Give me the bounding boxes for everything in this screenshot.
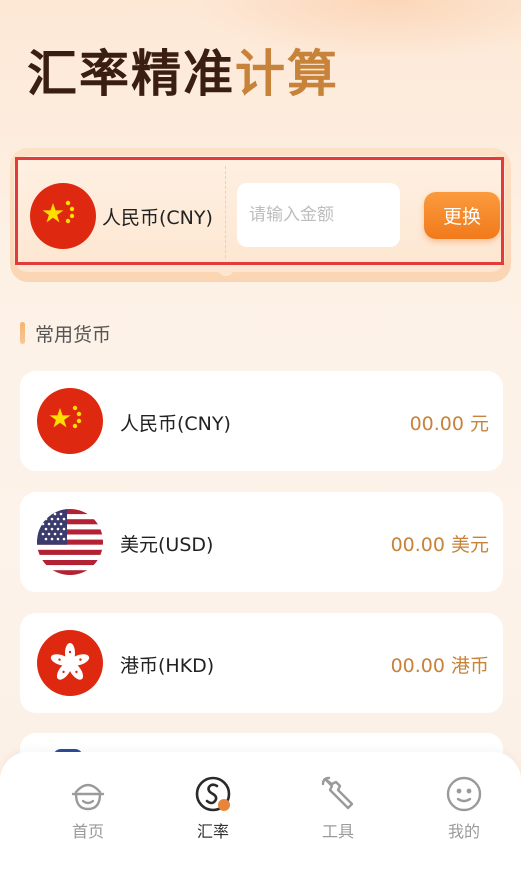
currency-row-hkd[interactable]: 港币(HKD) 00.00 港币 [20, 613, 503, 713]
nav-label: 我的 [447, 822, 480, 841]
currency-name: 港币(HKD) [120, 655, 215, 677]
section-title: 常用货币 [35, 323, 112, 346]
nav-profile[interactable]: 我的 [424, 774, 504, 842]
currency-name: 美元(USD) [120, 534, 214, 556]
currency-amount: 00.00 元 [409, 413, 489, 435]
nav-tools[interactable]: 工具 [298, 774, 378, 842]
currency-name: 人民币(CNY) [120, 413, 231, 435]
currency-row-cny[interactable]: 人民币(CNY) 00.00 元 [20, 371, 503, 471]
nav-home[interactable]: 首页 [48, 774, 128, 842]
currency-amount: 00.00 美元 [390, 534, 489, 556]
title-part-1: 汇率精准 [27, 45, 235, 103]
wrench-icon [318, 774, 358, 814]
section-accent-bar [20, 322, 25, 344]
common-currency-header: 常用货币 [20, 320, 111, 346]
nav-label: 工具 [321, 822, 354, 841]
nav-label: 汇率 [196, 822, 229, 841]
hk-flag-icon [37, 630, 103, 696]
home-icon [68, 774, 108, 814]
selection-highlight-box [15, 157, 504, 265]
nav-label: 首页 [71, 822, 104, 841]
title-part-2: 计算 [235, 45, 339, 103]
us-flag-icon [37, 509, 103, 575]
nav-exchange-rate[interactable]: 汇率 [173, 774, 253, 842]
exchange-rate-icon [193, 774, 233, 814]
cn-flag-icon [37, 388, 103, 454]
currency-amount: 00.00 港币 [390, 655, 489, 677]
currency-row-usd[interactable]: 美元(USD) 00.00 美元 [20, 492, 503, 592]
smiley-profile-icon [444, 774, 484, 814]
page-title: 汇率精准计算 [27, 42, 339, 106]
